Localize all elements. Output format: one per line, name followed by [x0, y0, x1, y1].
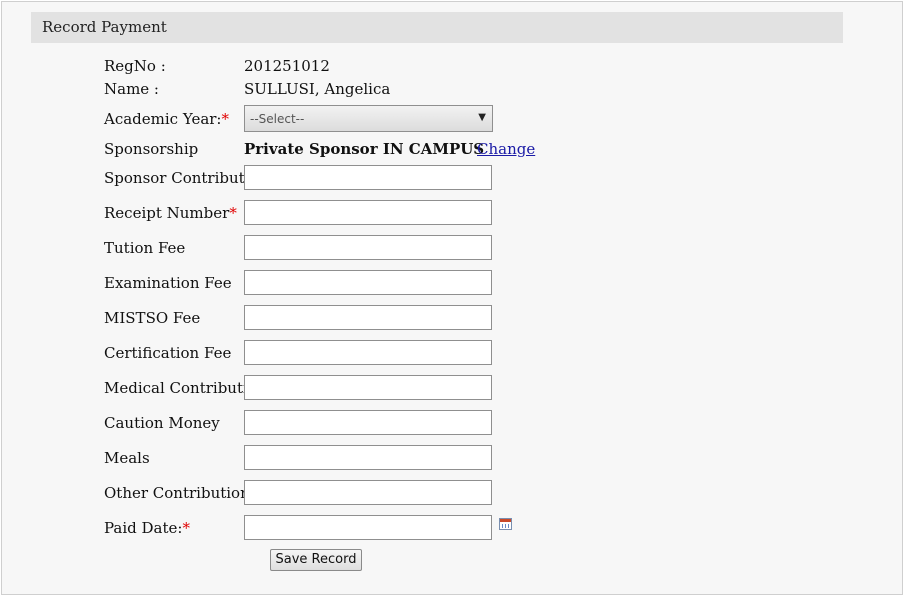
- certification-fee-label: Certification Fee: [104, 344, 232, 362]
- other-contributions-input[interactable]: [244, 480, 492, 505]
- tution-fee-label: Tution Fee: [104, 239, 186, 257]
- receipt-number-label: Receipt Number*: [104, 204, 237, 222]
- meals-label: Meals: [104, 449, 150, 467]
- regno-value: 201251012: [244, 57, 330, 75]
- sponsorship-value: Private Sponsor IN CAMPUS: [244, 140, 485, 158]
- medical-contribution-label: Medical Contribution: [104, 379, 267, 397]
- examination-fee-label: Examination Fee: [104, 274, 232, 292]
- name-label: Name :: [104, 80, 159, 98]
- required-mark: *: [229, 204, 237, 222]
- caution-money-label: Caution Money: [104, 414, 220, 432]
- academic-year-select[interactable]: --Select-- ▼: [244, 105, 493, 132]
- panel-header: Record Payment: [31, 12, 843, 43]
- required-mark: *: [221, 110, 230, 128]
- other-contributions-label: Other Contributions: [104, 484, 258, 502]
- caution-money-input[interactable]: [244, 410, 492, 435]
- receipt-number-input[interactable]: [244, 200, 492, 225]
- save-record-button[interactable]: Save Record: [270, 549, 362, 571]
- regno-label: RegNo :: [104, 57, 166, 75]
- mistso-fee-label: MISTSO Fee: [104, 309, 201, 327]
- required-mark: *: [182, 519, 190, 537]
- meals-input[interactable]: [244, 445, 492, 470]
- medical-contribution-input[interactable]: [244, 375, 492, 400]
- sponsor-contribution-input[interactable]: [244, 165, 492, 190]
- academic-year-label: Academic Year:*: [104, 110, 229, 128]
- dropdown-arrow-icon: ▼: [478, 112, 486, 123]
- calendar-icon[interactable]: [499, 518, 512, 530]
- tution-fee-input[interactable]: [244, 235, 492, 260]
- name-value: SULLUSI, Angelica: [244, 80, 391, 98]
- academic-year-selected: --Select--: [250, 112, 305, 126]
- paid-date-input[interactable]: [244, 515, 492, 540]
- mistso-fee-input[interactable]: [244, 305, 492, 330]
- certification-fee-input[interactable]: [244, 340, 492, 365]
- sponsorship-label: Sponsorship: [104, 140, 199, 158]
- panel-title: Record Payment: [42, 18, 167, 36]
- change-sponsorship-link[interactable]: Change: [477, 140, 535, 158]
- paid-date-label: Paid Date:*: [104, 519, 190, 537]
- examination-fee-input[interactable]: [244, 270, 492, 295]
